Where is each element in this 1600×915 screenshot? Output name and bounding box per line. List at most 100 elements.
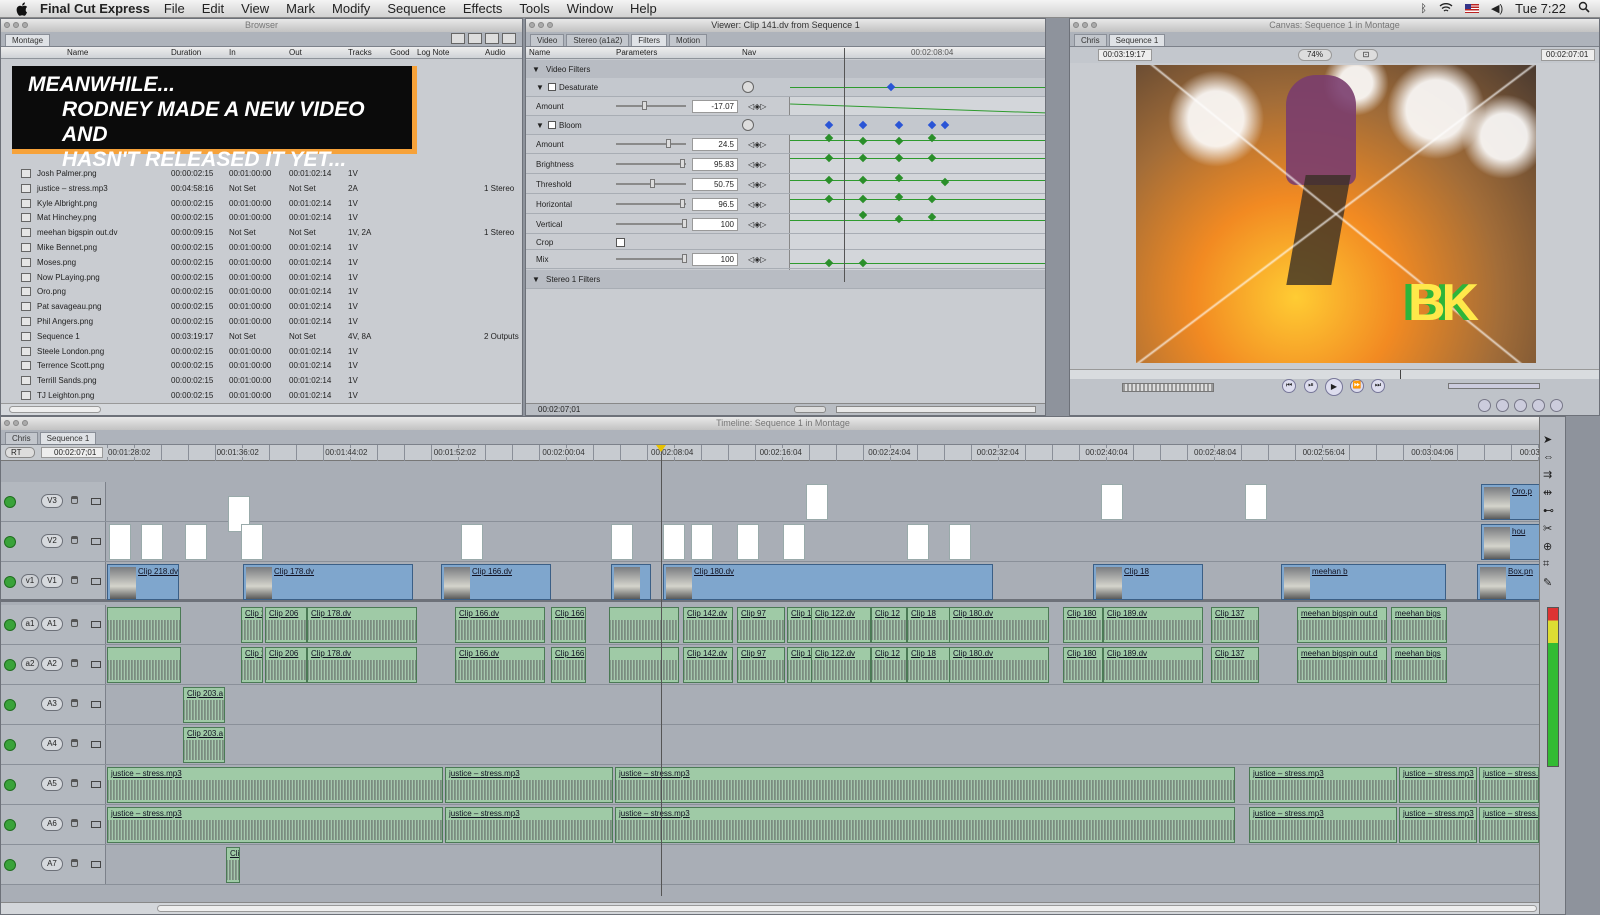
menu-effects[interactable]: Effects: [463, 1, 503, 16]
mark-in-button[interactable]: [1478, 399, 1491, 412]
track-label[interactable]: A6: [41, 817, 63, 831]
audio-clip[interactable]: Clip 180: [1063, 607, 1103, 643]
lock-icon[interactable]: [71, 739, 78, 747]
browser-row[interactable]: justice – stress.mp3 00:04:58:16 Not Set No…: [1, 181, 521, 196]
audible-icon[interactable]: [4, 619, 16, 631]
razor-tool-icon[interactable]: ✂: [1543, 522, 1554, 535]
clock[interactable]: Tue 7:22: [1515, 1, 1566, 16]
app-menu[interactable]: Final Cut Express: [40, 1, 150, 16]
still-clip[interactable]: [783, 524, 805, 560]
col-name[interactable]: Name: [67, 48, 88, 57]
still-clip[interactable]: [806, 484, 828, 520]
param-slider[interactable]: [616, 199, 686, 208]
still-clip[interactable]: [109, 524, 131, 560]
video-filters-header[interactable]: ▼ Video Filters: [526, 60, 1045, 79]
audio-clip[interactable]: Clip 166.dv: [455, 607, 545, 643]
audio-clip[interactable]: justice – stress.mp3: [1249, 767, 1397, 803]
reset-icon[interactable]: [742, 81, 754, 93]
go-to-end-button[interactable]: ⏭: [1371, 379, 1385, 393]
selection-tool-icon[interactable]: ➤: [1543, 433, 1554, 446]
slip-tool-icon[interactable]: ⊷: [1543, 504, 1554, 517]
track-label[interactable]: A1: [41, 617, 63, 631]
audio-clip[interactable]: justice – stress.mp3: [615, 767, 1235, 803]
tab-montage[interactable]: Montage: [5, 34, 51, 46]
still-clip[interactable]: [691, 524, 713, 560]
auto-select-icon[interactable]: [91, 498, 101, 505]
audio-clip[interactable]: justice – stress.mp3: [107, 767, 443, 803]
menu-mark[interactable]: Mark: [286, 1, 315, 16]
audio-clip[interactable]: Clip 166.dv: [455, 647, 545, 683]
auto-select-icon[interactable]: [91, 861, 101, 868]
auto-select-icon[interactable]: [91, 701, 101, 708]
viewer-timecode[interactable]: 00:02:07;01: [538, 405, 580, 414]
canvas-timecode[interactable]: 00:02:07:01: [1541, 49, 1595, 61]
audio-clip[interactable]: Clip 180: [1063, 647, 1103, 683]
disclosure-icon[interactable]: ▼: [536, 121, 544, 130]
track-label[interactable]: V2: [41, 534, 63, 548]
audio-clip[interactable]: Clip 203.a: [183, 727, 225, 763]
lock-icon[interactable]: [71, 496, 78, 504]
param-slider[interactable]: [616, 254, 687, 263]
browser-row[interactable]: Moses.png 00:00:02:15 00:01:00:00 00:01:02:…: [1, 255, 521, 270]
param-slider[interactable]: [616, 159, 686, 168]
timeline-playhead[interactable]: [656, 445, 666, 896]
browser-row[interactable]: Kyle Albright.png 00:00:02:15 00:01:00:00 0…: [1, 196, 521, 211]
audio-clip[interactable]: Clip 206: [265, 647, 307, 683]
lock-icon[interactable]: [71, 859, 78, 867]
track-select-tool-icon[interactable]: ⇉: [1543, 468, 1554, 481]
play-around-button[interactable]: ⏩: [1350, 379, 1364, 393]
rt-popup[interactable]: RT: [5, 447, 35, 458]
still-clip[interactable]: [185, 524, 207, 560]
tab-filters[interactable]: Filters: [631, 34, 668, 46]
audio-clip[interactable]: Clip 206: [241, 647, 263, 683]
view-popup[interactable]: ⊡: [1354, 49, 1378, 61]
visibility-icon[interactable]: [4, 536, 16, 548]
checkbox-bloom[interactable]: [548, 121, 556, 129]
video-clip[interactable]: Clip 166.dv: [441, 564, 551, 600]
param-value[interactable]: 100: [692, 218, 738, 231]
browser-row[interactable]: Now PLaying.png 00:00:02:15 00:01:00:00 00:…: [1, 270, 521, 285]
disclosure-icon[interactable]: ▼: [532, 65, 540, 74]
param-slider[interactable]: [616, 219, 687, 228]
video-clip[interactable]: Box.pn: [1477, 564, 1543, 600]
audio-clip[interactable]: meehan bigspin out.d: [1297, 607, 1387, 643]
menu-view[interactable]: View: [241, 1, 269, 16]
video-clip[interactable]: Clip 178.dv: [243, 564, 413, 600]
still-clip[interactable]: [241, 524, 263, 560]
lock-icon[interactable]: [71, 619, 78, 627]
crop-checkbox[interactable]: [616, 238, 625, 247]
audio-clip[interactable]: [609, 607, 679, 643]
keyframe-button[interactable]: ◁◈▷: [748, 180, 766, 189]
auto-select-icon[interactable]: [91, 781, 101, 788]
keyframe-button[interactable]: ◁◈▷: [748, 102, 766, 111]
video-clip[interactable]: Oro.p: [1481, 484, 1547, 520]
add-marker-button[interactable]: [1532, 399, 1545, 412]
reset-icon[interactable]: [742, 119, 754, 131]
audio-clip[interactable]: justice – stress.mp3: [445, 807, 613, 843]
audio-clip[interactable]: justice – stress.mp3: [1399, 767, 1477, 803]
go-to-start-button[interactable]: ⏮: [1282, 379, 1296, 393]
browser-row[interactable]: Mat Hinchey.png 00:00:02:15 00:01:00:00 00:…: [1, 210, 521, 225]
track-label[interactable]: A2: [41, 657, 63, 671]
audio-clip[interactable]: Clip 180.dv: [949, 607, 1049, 643]
menu-window[interactable]: Window: [567, 1, 613, 16]
lock-icon[interactable]: [71, 659, 78, 667]
disclosure-icon[interactable]: ▼: [536, 83, 544, 92]
audio-clip[interactable]: [107, 647, 181, 683]
audio-clip[interactable]: justice – stress.mp3: [1249, 807, 1397, 843]
col-out[interactable]: Out: [289, 48, 302, 57]
auto-select-icon[interactable]: [91, 538, 101, 545]
param-value[interactable]: 100: [692, 253, 738, 266]
still-clip[interactable]: [907, 524, 929, 560]
audio-clip[interactable]: meehan bigs: [1391, 647, 1447, 683]
menu-tools[interactable]: Tools: [519, 1, 549, 16]
audio-clip[interactable]: justice – stress.mp3: [1479, 807, 1539, 843]
browser-row[interactable]: Oro.png 00:00:02:15 00:01:00:00 00:01:02:14…: [1, 284, 521, 299]
audio-clip[interactable]: [107, 607, 181, 643]
video-clip[interactable]: Clip 180.dv: [663, 564, 993, 600]
jog-control[interactable]: [1448, 383, 1540, 389]
crop-tool-icon[interactable]: ⌗: [1543, 558, 1554, 571]
menu-edit[interactable]: Edit: [202, 1, 224, 16]
view-button[interactable]: [468, 33, 482, 44]
tab-sequence-1[interactable]: Sequence 1: [39, 432, 97, 444]
